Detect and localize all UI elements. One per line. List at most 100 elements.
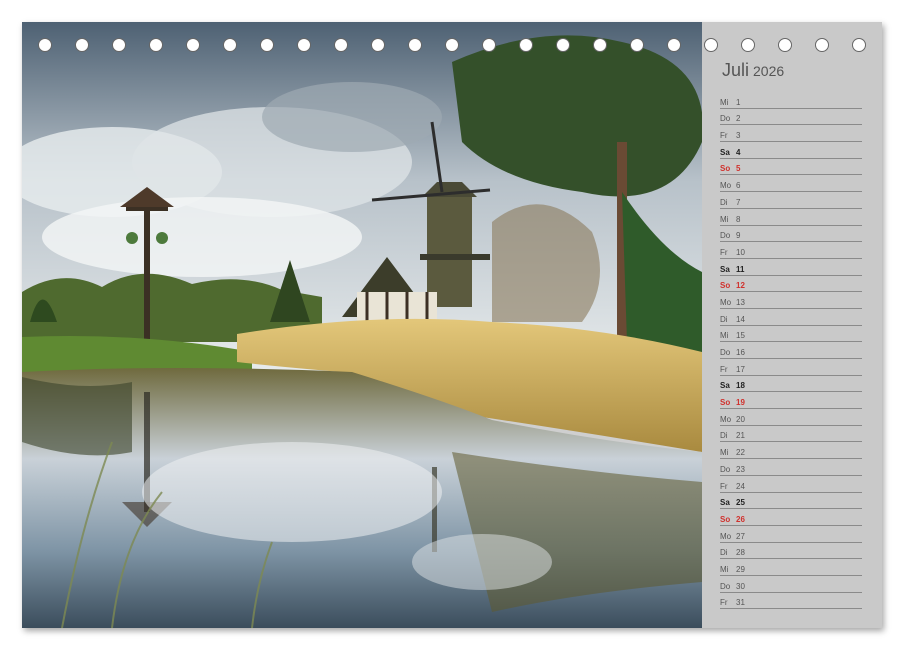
binding-hole [815, 38, 829, 52]
day-row: So 26 [720, 509, 862, 526]
binding-hole [371, 38, 385, 52]
day-number: 10 [736, 247, 745, 257]
day-row: Do 23 [720, 459, 862, 476]
weekday-label: So [720, 514, 731, 524]
day-row: So 19 [720, 392, 862, 410]
day-row: Mi 15 [720, 326, 862, 343]
binding-hole [112, 38, 126, 52]
binding-hole [445, 38, 459, 52]
day-number: 11 [736, 264, 745, 274]
day-row: Mi 22 [720, 442, 862, 460]
day-row: Do 2 [720, 109, 862, 126]
day-number: 21 [736, 431, 745, 441]
day-number: 17 [736, 364, 745, 374]
weekday-label: Do [720, 231, 731, 241]
weekday-label: So [720, 398, 731, 408]
day-number: 18 [736, 381, 745, 391]
day-number: 12 [736, 281, 745, 291]
weekday-label: Mi [720, 97, 729, 107]
weekday-label: So [720, 281, 731, 291]
day-number: 2 [736, 114, 741, 124]
weekday-label: Di [720, 197, 728, 207]
day-number: 14 [736, 314, 745, 324]
weekday-label: Fr [720, 598, 728, 608]
binding-holes [22, 38, 882, 58]
day-row: Fr 3 [720, 125, 862, 143]
day-row: Sa 25 [720, 493, 862, 510]
day-number: 5 [736, 164, 741, 174]
day-row: Mi 1 [720, 92, 862, 109]
weekday-label: Do [720, 114, 731, 124]
day-row: Mo 6 [720, 175, 862, 193]
weekday-label: Fr [720, 247, 728, 257]
day-number: 9 [736, 231, 741, 241]
weekday-label: Fr [720, 131, 728, 141]
day-number: 26 [736, 514, 745, 524]
month-name: Juli [722, 60, 750, 80]
binding-hole [38, 38, 52, 52]
weekday-label: Di [720, 548, 728, 558]
weekday-label: Do [720, 348, 731, 357]
day-number: 24 [736, 481, 745, 491]
day-row: Sa 4 [720, 142, 862, 159]
day-number: 28 [736, 548, 745, 558]
day-row: Do 30 [720, 576, 862, 593]
month-title: Juli 2026 [722, 60, 784, 81]
day-number: 20 [736, 414, 745, 424]
weekday-label: Mo [720, 531, 732, 541]
weekday-label: Sa [720, 498, 730, 508]
binding-hole [408, 38, 422, 52]
day-row: Di 28 [720, 543, 862, 560]
weekday-label: Sa [720, 147, 730, 157]
weekday-label: Mi [720, 564, 729, 574]
weekday-label: Mi [720, 331, 729, 341]
day-row: Mi 8 [720, 209, 862, 226]
day-row: Do 9 [720, 226, 862, 243]
binding-hole [186, 38, 200, 52]
weekday-label: Mi [720, 214, 729, 224]
binding-hole [778, 38, 792, 52]
weekday-label: Fr [720, 481, 728, 491]
day-list: Mi 1 Do 2 Fr 3 Sa 4 So 5 Mo 6 Di 7 Mi 8 Do 9 Fr 10 Sa 11 So 12 M… [720, 92, 862, 610]
day-number: 27 [736, 531, 745, 541]
day-number: 15 [736, 331, 745, 341]
day-row: So 5 [720, 159, 862, 176]
day-number: 30 [736, 581, 745, 591]
day-row: So 12 [720, 276, 862, 293]
binding-hole [704, 38, 718, 52]
day-row: Di 7 [720, 192, 862, 209]
binding-hole [667, 38, 681, 52]
day-row: Mo 13 [720, 292, 862, 309]
day-row: Sa 11 [720, 259, 862, 276]
day-number: 29 [736, 564, 745, 574]
day-number: 3 [736, 131, 741, 141]
calendar-page: Juli 2026 Mi 1 Do 2 Fr 3 Sa 4 So 5 Mo 6 Di 7 Mi 8 Do 9 Fr 10… [22, 22, 882, 628]
weekday-label: Mo [720, 181, 732, 191]
day-number: 1 [736, 97, 741, 107]
binding-hole [482, 38, 496, 52]
weekday-label: Mi [720, 448, 729, 458]
binding-hole [630, 38, 644, 52]
binding-hole [297, 38, 311, 52]
day-number: 23 [736, 464, 745, 474]
binding-hole [556, 38, 570, 52]
binding-hole [741, 38, 755, 52]
day-row: Sa 18 [720, 376, 862, 393]
day-row: Mo 20 [720, 409, 862, 426]
day-number: 13 [736, 297, 745, 307]
binding-hole [149, 38, 163, 52]
landscape-photo [22, 22, 702, 628]
weekday-label: Sa [720, 381, 730, 391]
day-number: 19 [736, 398, 745, 408]
calendar-sidebar: Juli 2026 Mi 1 Do 2 Fr 3 Sa 4 So 5 Mo 6 Di 7 Mi 8 Do 9 Fr 10… [702, 22, 882, 628]
weekday-label: So [720, 164, 731, 174]
binding-hole [75, 38, 89, 52]
weekday-label: Di [720, 431, 728, 441]
day-row: Mo 27 [720, 526, 862, 543]
day-row: Mi 29 [720, 559, 862, 576]
binding-hole [519, 38, 533, 52]
day-number: 22 [736, 448, 745, 458]
day-row: Fr 24 [720, 476, 862, 493]
binding-hole [223, 38, 237, 52]
day-row: Di 14 [720, 309, 862, 326]
